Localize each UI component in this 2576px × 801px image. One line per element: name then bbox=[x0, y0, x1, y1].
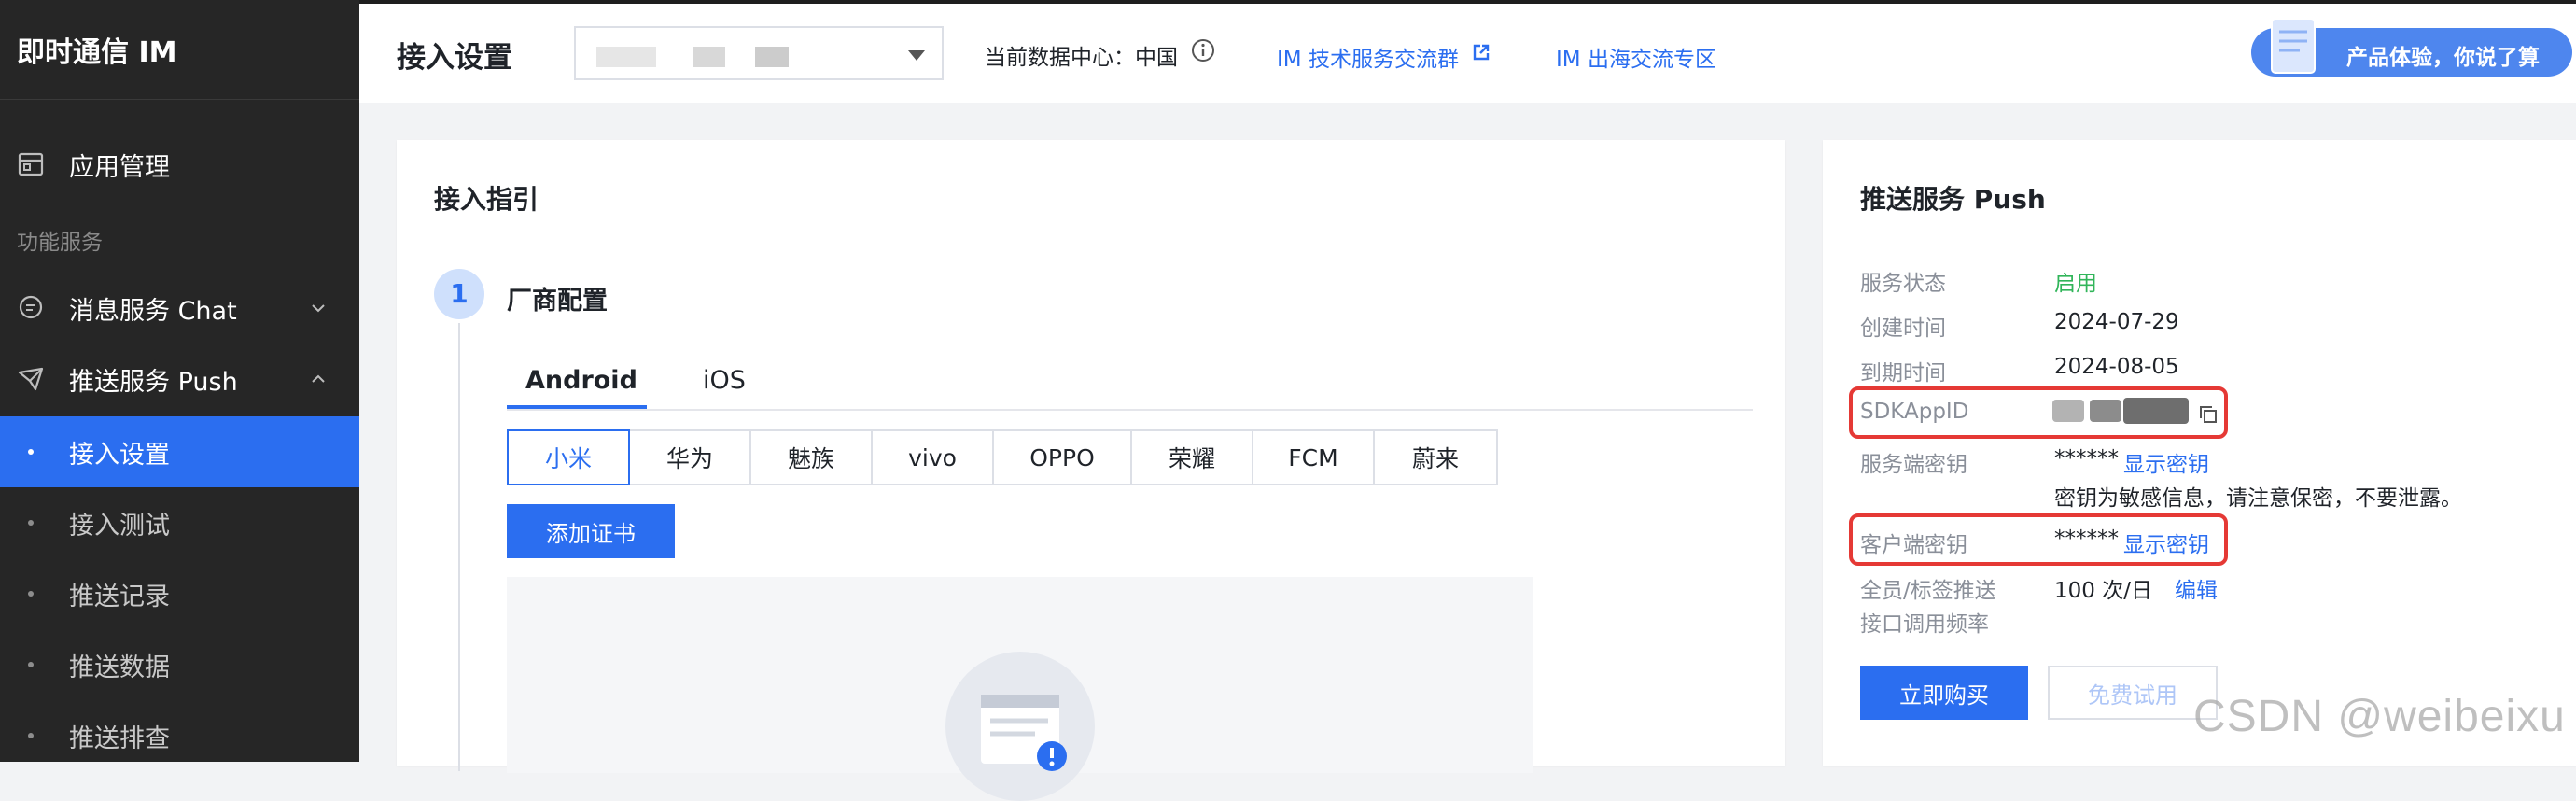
step-title: 厂商配置 bbox=[507, 287, 608, 316]
vendor-xiaomi[interactable]: 小米 bbox=[507, 429, 630, 485]
redacted-app-name bbox=[693, 47, 725, 67]
sidebar-item-push-data[interactable]: 推送数据 bbox=[0, 629, 359, 700]
vendor-fcm[interactable]: FCM bbox=[1252, 429, 1375, 485]
server-key-value: ****** bbox=[2054, 446, 2119, 471]
sidebar: 即时通信 IM 应用管理 功能服务 消息服务 Chat 推送服务 Push 接入… bbox=[0, 0, 359, 762]
step-number: 1 bbox=[434, 269, 484, 319]
app-management-icon bbox=[18, 152, 44, 176]
push-service-card: 推送服务 Push 服务状态 启用 创建时间 2024-07-29 到期时间 2… bbox=[1823, 140, 2576, 766]
sidebar-item-label: 消息服务 Chat bbox=[69, 296, 237, 326]
sidebar-item-push[interactable]: 推送服务 Push bbox=[0, 344, 359, 415]
tab-android[interactable]: Android bbox=[525, 366, 637, 395]
show-server-key-link[interactable]: 显示密钥 bbox=[2123, 446, 2209, 478]
card-title: 推送服务 Push bbox=[1860, 184, 2046, 215]
sdkappid-label: SDKAppID bbox=[1860, 400, 1969, 424]
sidebar-item-label: 应用管理 bbox=[69, 152, 170, 182]
watermark: CSDN @weibeixu bbox=[2193, 692, 2566, 741]
access-guide-card: 接入指引 1 厂商配置 Android iOS 小米 华为 魅族 vivo OP… bbox=[397, 140, 1785, 801]
bullet-icon bbox=[28, 662, 34, 668]
key-warning: 密钥为敏感信息，请注意保密，不要泄露。 bbox=[2054, 486, 2462, 511]
buy-now-button[interactable]: 立即购买 bbox=[1860, 666, 2028, 720]
sidebar-item-label: 推送排查 bbox=[69, 724, 170, 753]
tab-ios[interactable]: iOS bbox=[703, 366, 746, 395]
vendor-meizu[interactable]: 魅族 bbox=[749, 429, 873, 485]
created-label: 创建时间 bbox=[1860, 316, 1946, 341]
vendor-nio[interactable]: 蔚来 bbox=[1373, 429, 1498, 485]
info-icon[interactable] bbox=[1191, 38, 1215, 63]
sidebar-item-label: 推送记录 bbox=[69, 582, 170, 611]
server-key-label: 服务端密钥 bbox=[1860, 453, 1967, 477]
sidebar-item-label: 推送数据 bbox=[69, 653, 170, 682]
rate-value: 100 次/日 bbox=[2054, 579, 2152, 603]
created-value: 2024-07-29 bbox=[2054, 310, 2179, 334]
feedback-label: 产品体验，你说了算 bbox=[2346, 46, 2540, 70]
sidebar-item-chat[interactable]: 消息服务 Chat bbox=[0, 273, 359, 344]
chevron-down-icon bbox=[312, 304, 325, 313]
vendor-huawei[interactable]: 华为 bbox=[628, 429, 751, 485]
external-link-icon[interactable] bbox=[1472, 43, 1491, 62]
copy-icon[interactable] bbox=[2198, 404, 2219, 425]
section-label: 功能服务 bbox=[17, 231, 103, 255]
redacted-sdkappid bbox=[2052, 400, 2084, 422]
expire-value: 2024-08-05 bbox=[2054, 355, 2179, 379]
add-certificate-button[interactable]: 添加证书 bbox=[507, 504, 675, 558]
step-connector bbox=[458, 323, 460, 771]
expire-label: 到期时间 bbox=[1860, 361, 1946, 386]
bullet-icon bbox=[28, 520, 34, 526]
sidebar-item-access-settings[interactable]: 接入设置 bbox=[0, 416, 359, 487]
client-key-label: 客户端密钥 bbox=[1860, 533, 1967, 557]
bullet-icon bbox=[28, 591, 34, 597]
redacted-sdkappid bbox=[2123, 398, 2189, 424]
sidebar-item-label: 推送服务 Push bbox=[69, 367, 238, 397]
caret-down-icon bbox=[908, 50, 925, 61]
data-center-label: 当前数据中心：中国 bbox=[985, 46, 1178, 70]
vendor-honor[interactable]: 荣耀 bbox=[1130, 429, 1253, 485]
link-tech-group[interactable]: IM 技术服务交流群 bbox=[1277, 41, 1459, 73]
link-overseas[interactable]: IM 出海交流专区 bbox=[1556, 41, 1716, 73]
brand-title: 即时通信 IM bbox=[0, 0, 359, 100]
vendor-oppo[interactable]: OPPO bbox=[992, 429, 1132, 485]
empty-document-icon bbox=[945, 652, 1095, 801]
card-title: 接入指引 bbox=[434, 184, 539, 215]
free-trial-button[interactable]: 免费试用 bbox=[2048, 666, 2218, 720]
active-tab-indicator bbox=[507, 405, 647, 409]
rate-label-line2: 接口调用频率 bbox=[1860, 612, 1989, 637]
page-title: 接入设置 bbox=[397, 41, 512, 75]
send-icon bbox=[18, 367, 44, 391]
header: 接入设置 当前数据中心：中国 IM 技术服务交流群 IM 出海交流专区 产品体验… bbox=[359, 4, 2576, 103]
redacted-app-name bbox=[596, 47, 656, 67]
bullet-icon bbox=[28, 449, 34, 455]
empty-state bbox=[507, 577, 1533, 801]
rate-label-line1: 全员/标签推送 bbox=[1860, 579, 1996, 603]
platform-tabs: Android iOS bbox=[507, 360, 1753, 411]
vendor-vivo[interactable]: vivo bbox=[871, 429, 994, 485]
chat-icon bbox=[19, 295, 43, 319]
feedback-button[interactable]: 产品体验，你说了算 bbox=[2251, 18, 2572, 77]
app-select-dropdown[interactable] bbox=[574, 26, 944, 80]
client-key-value: ****** bbox=[2054, 527, 2119, 551]
document-icon bbox=[2271, 18, 2316, 74]
sidebar-item-access-test[interactable]: 接入测试 bbox=[0, 487, 359, 558]
sidebar-item-push-troubleshoot[interactable]: 推送排查 bbox=[0, 700, 359, 771]
status-label: 服务状态 bbox=[1860, 272, 1946, 296]
sidebar-item-label: 接入设置 bbox=[69, 440, 170, 470]
sidebar-item-label: 接入测试 bbox=[69, 511, 170, 541]
redacted-sdkappid bbox=[2090, 400, 2121, 422]
sidebar-item-app-management[interactable]: 应用管理 bbox=[0, 129, 359, 200]
bullet-icon bbox=[28, 733, 34, 738]
sidebar-item-push-records[interactable]: 推送记录 bbox=[0, 558, 359, 629]
redacted-app-name bbox=[755, 47, 789, 67]
edit-rate-link[interactable]: 编辑 bbox=[2175, 572, 2218, 604]
status-value: 启用 bbox=[2054, 272, 2097, 296]
show-client-key-link[interactable]: 显示密钥 bbox=[2123, 527, 2209, 558]
chevron-up-icon bbox=[312, 374, 325, 383]
vendor-tabs: 小米 华为 魅族 vivo OPPO 荣耀 FCM 蔚来 bbox=[507, 429, 1498, 485]
